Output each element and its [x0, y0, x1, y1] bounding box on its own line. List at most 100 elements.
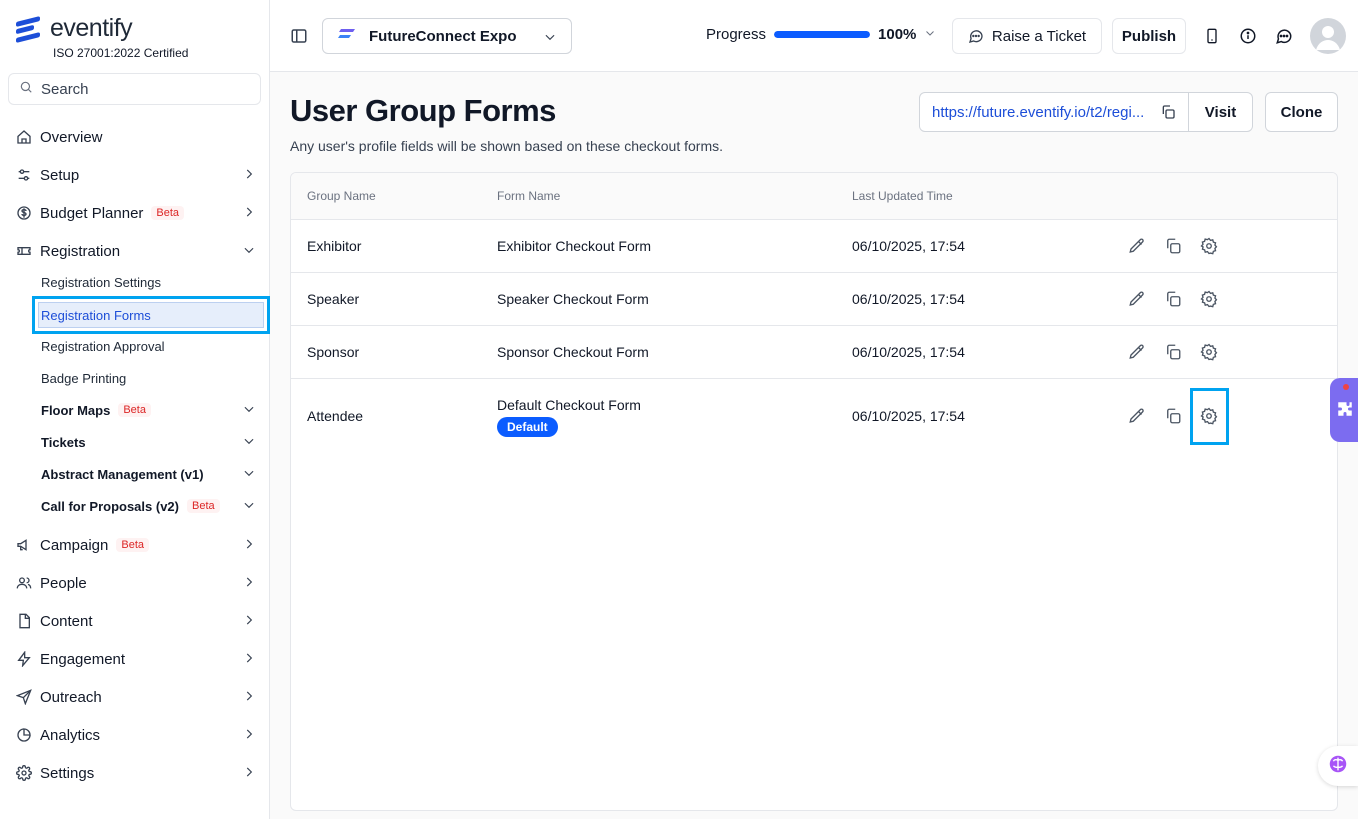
- visit-button[interactable]: Visit: [1189, 93, 1252, 131]
- sidebar-subitem-abstract-management[interactable]: Abstract Management (v1): [41, 463, 256, 485]
- form-name-cell-wrap: Default Checkout Form Default: [497, 397, 641, 437]
- chevron-down-icon: [242, 402, 256, 419]
- chevron-right-icon: [242, 651, 256, 669]
- sidebar-item-engagement[interactable]: Engagement: [16, 647, 256, 671]
- sidebar-item-label: Settings: [40, 764, 95, 782]
- megaphone-icon: [16, 537, 32, 553]
- event-name: FutureConnect Expo: [369, 27, 517, 45]
- table-row: Exhibitor Exhibitor Checkout Form 06/10/…: [291, 220, 1337, 273]
- sidebar-item-label: Overview: [40, 128, 103, 146]
- last-updated-cell: 06/10/2025, 17:54: [852, 408, 965, 424]
- table-row: Sponsor Sponsor Checkout Form 06/10/2025…: [291, 326, 1337, 379]
- search-input[interactable]: [41, 80, 241, 98]
- sidebar-item-content[interactable]: Content: [16, 609, 256, 633]
- main-content: User Group Forms Any user's profile fiel…: [270, 72, 1358, 819]
- eventify-logo-icon: [16, 15, 42, 43]
- sidebar-subitem-call-for-proposals[interactable]: Call for Proposals (v2) Beta: [41, 495, 256, 517]
- sidebar-subitem-registration-forms[interactable]: Registration Forms: [32, 296, 270, 334]
- sidebar-subitem-label: Registration Approval: [41, 338, 165, 354]
- progress-label: Progress: [706, 26, 767, 43]
- sidebar-item-label: Analytics: [40, 726, 101, 744]
- group-name-cell: Speaker: [307, 291, 360, 307]
- feedback-tab[interactable]: [1330, 378, 1358, 442]
- logo[interactable]: eventify: [16, 14, 133, 43]
- sidebar-item-campaign[interactable]: Campaign Beta: [16, 533, 256, 557]
- certification-label: ISO 27001:2022 Certified: [53, 46, 189, 60]
- sidebar-subitem-label: Floor Maps: [41, 402, 111, 418]
- settings-gear-icon[interactable]: [1199, 289, 1219, 309]
- raise-ticket-button[interactable]: Raise a Ticket: [952, 18, 1102, 54]
- publish-button[interactable]: Publish: [1112, 18, 1186, 54]
- group-name-cell: Exhibitor: [307, 238, 362, 254]
- event-logo-icon: [337, 27, 357, 45]
- sidebar-subitem-tickets[interactable]: Tickets: [41, 431, 256, 453]
- event-selector[interactable]: FutureConnect Expo: [322, 18, 572, 54]
- edit-icon[interactable]: [1127, 289, 1147, 309]
- settings-gear-icon[interactable]: [1199, 342, 1219, 362]
- table-row: Attendee Default Checkout Form Default 0…: [291, 379, 1337, 454]
- dollar-circle-icon: [16, 205, 32, 221]
- duplicate-icon[interactable]: [1163, 406, 1183, 426]
- sidebar-item-registration[interactable]: Registration: [16, 239, 256, 263]
- sidebar: eventify ISO 27001:2022 Certified Overvi…: [0, 0, 270, 819]
- duplicate-icon[interactable]: [1163, 289, 1183, 309]
- edit-icon[interactable]: [1127, 342, 1147, 362]
- sidebar-item-label: Engagement: [40, 650, 126, 668]
- chevron-right-icon: [242, 613, 256, 631]
- sidebar-item-label: Budget Planner: [40, 204, 144, 222]
- sidebar-subitem-registration-settings[interactable]: Registration Settings: [41, 271, 256, 293]
- settings-gear-icon[interactable]: [1199, 236, 1219, 256]
- duplicate-icon[interactable]: [1163, 342, 1183, 362]
- progress-indicator[interactable]: Progress 100%: [706, 26, 936, 43]
- info-icon[interactable]: [1238, 26, 1258, 46]
- progress-bar: [774, 31, 871, 38]
- raise-ticket-label: Raise a Ticket: [991, 27, 1087, 45]
- form-name-cell: Speaker Checkout Form: [497, 291, 649, 307]
- avatar[interactable]: [1310, 18, 1346, 54]
- form-name-cell: Default Checkout Form: [497, 397, 641, 413]
- sidebar-subitem-label: Registration Settings: [41, 274, 161, 290]
- sidebar-item-analytics[interactable]: Analytics: [16, 723, 256, 747]
- edit-icon[interactable]: [1127, 236, 1147, 256]
- sidebar-subitem-label: Call for Proposals (v2): [41, 498, 179, 514]
- mobile-preview-icon[interactable]: [1202, 26, 1222, 46]
- edit-icon[interactable]: [1127, 406, 1147, 426]
- brain-icon: [1327, 753, 1349, 780]
- file-icon: [16, 613, 32, 629]
- pie-chart-icon: [16, 727, 32, 743]
- sidebar-item-overview[interactable]: Overview: [16, 125, 256, 149]
- default-badge: Default: [497, 417, 558, 437]
- duplicate-icon[interactable]: [1163, 236, 1183, 256]
- sidebar-item-settings[interactable]: Settings: [16, 761, 256, 785]
- sidebar-item-label: Setup: [40, 166, 80, 184]
- sidebar-item-outreach[interactable]: Outreach: [16, 685, 256, 709]
- sidebar-item-setup[interactable]: Setup: [16, 163, 256, 187]
- chevron-right-icon: [242, 537, 256, 555]
- search-icon: [19, 80, 33, 99]
- form-name-cell: Exhibitor Checkout Form: [497, 238, 652, 254]
- registration-url-group: https://future.eventify.io/t2/regi... Vi…: [919, 92, 1253, 132]
- group-name-cell: Attendee: [307, 408, 364, 424]
- sidebar-item-label: Campaign: [40, 536, 109, 554]
- copy-icon[interactable]: [1160, 104, 1176, 124]
- sidebar-subitem-floor-maps[interactable]: Floor Maps Beta: [41, 399, 256, 421]
- chat-icon[interactable]: [1274, 26, 1294, 46]
- chevron-right-icon: [242, 167, 256, 185]
- ai-assistant-button[interactable]: [1318, 746, 1358, 786]
- sidebar-toggle-icon[interactable]: [290, 27, 308, 50]
- sidebar-item-label: Content: [40, 612, 93, 630]
- sidebar-subitem-registration-approval[interactable]: Registration Approval: [41, 335, 256, 357]
- sidebar-item-label: People: [40, 574, 87, 592]
- sidebar-subitem-badge-printing[interactable]: Badge Printing: [41, 367, 256, 389]
- registration-url[interactable]: https://future.eventify.io/t2/regi...: [920, 93, 1189, 131]
- page-title: User Group Forms: [290, 93, 556, 128]
- sidebar-item-people[interactable]: People: [16, 571, 256, 595]
- column-header-form-name: Form Name: [497, 189, 561, 203]
- send-icon: [16, 689, 32, 705]
- last-updated-cell: 06/10/2025, 17:54: [852, 238, 965, 254]
- clone-button[interactable]: Clone: [1265, 92, 1338, 132]
- last-updated-cell: 06/10/2025, 17:54: [852, 291, 965, 307]
- sidebar-item-budget-planner[interactable]: Budget Planner Beta: [16, 201, 256, 225]
- table-row: Speaker Speaker Checkout Form 06/10/2025…: [291, 273, 1337, 326]
- search-box[interactable]: [8, 73, 261, 105]
